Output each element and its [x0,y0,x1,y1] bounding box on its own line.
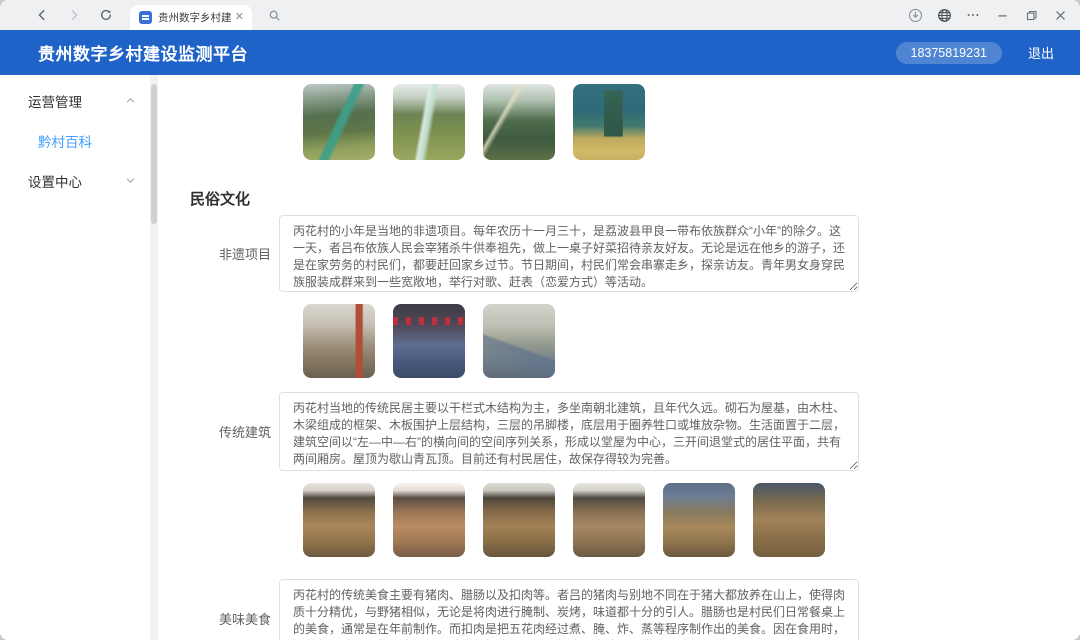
scenery-photo[interactable] [573,84,645,160]
tab-title: 贵州数字乡村建设监测平台 [158,10,231,25]
menu-ellipsis-icon[interactable] [965,7,981,23]
chevron-up-icon [125,94,136,109]
stilt-house-photo[interactable] [303,483,375,557]
content-scrollbar [150,75,158,640]
browser-tab[interactable]: 贵州数字乡村建设监测平台 ✕ [130,5,252,30]
user-phone-badge[interactable]: 18375819231 [896,42,1002,64]
field-food-textarea[interactable]: 丙花村的传统美食主要有猪肉、腊肠以及扣肉等。者吕的猪肉与别地不同在于猪大都放养在… [279,579,859,640]
tab-close-icon[interactable]: ✕ [235,12,244,23]
sidebar-group-settings-label: 设置中心 [28,171,125,191]
field-food-label: 美味美食 [158,609,279,628]
app-title: 贵州数字乡村建设监测平台 [38,40,248,65]
field-heritage-label: 非遗项目 [158,244,279,263]
sidebar-item-village-wiki-label: 黔村百科 [38,131,92,151]
sidebar-group-settings[interactable]: 设置中心 [0,163,150,199]
festival-photo-row [303,304,1080,378]
section-title-folk-culture: 民俗文化 [190,188,1080,209]
stilt-house-photo[interactable] [393,483,465,557]
festival-photo[interactable] [483,304,555,378]
scrollbar-thumb[interactable] [151,84,157,224]
scenery-photo-row [303,84,1080,160]
festival-photo[interactable] [303,304,375,378]
forward-icon[interactable] [66,7,82,23]
chevron-down-icon [125,174,136,189]
festival-photo[interactable] [393,304,465,378]
back-icon[interactable] [34,7,50,23]
browser-toolbar: 贵州数字乡村建设监测平台 ✕ [0,0,1080,30]
restore-icon[interactable] [1023,7,1039,23]
close-icon[interactable] [1052,7,1068,23]
globe-icon[interactable] [936,7,952,23]
sidebar-item-village-wiki[interactable]: 黔村百科 [0,123,150,159]
logout-button[interactable]: 退出 [1028,43,1054,62]
stilt-house-photo[interactable] [663,483,735,557]
app-header: 贵州数字乡村建设监测平台 18375819231 退出 [0,30,1080,75]
minimize-icon[interactable] [994,7,1010,23]
downloads-icon[interactable] [907,7,923,23]
stilt-house-photo[interactable] [573,483,645,557]
field-heritage: 非遗项目 丙花村的小年是当地的非遗项目。每年农历十一月三十，是荔波县甲良一带布依… [158,215,1080,292]
sidebar-group-operations[interactable]: 运营管理 [0,83,150,119]
search-icon[interactable] [266,7,282,23]
field-food: 美味美食 丙花村的传统美食主要有猪肉、腊肠以及扣肉等。者吕的猪肉与别地不同在于猪… [158,571,1080,640]
sidebar: 运营管理 黔村百科 设置中心 [0,75,150,640]
browser-window: 贵州数字乡村建设监测平台 ✕ [0,0,1080,640]
refresh-icon[interactable] [98,7,114,23]
scenery-photo[interactable] [393,84,465,160]
field-architecture: 传统建筑 丙花村当地的传统民居主要以干栏式木结构为主，多坐南朝北建筑，且年代久远… [158,392,1080,471]
scenery-photo[interactable] [303,84,375,160]
field-architecture-label: 传统建筑 [158,422,279,441]
scenery-photo[interactable] [483,84,555,160]
main-content: 民俗文化 非遗项目 丙花村的小年是当地的非遗项目。每年农历十一月三十，是荔波县甲… [158,75,1080,640]
field-heritage-textarea[interactable]: 丙花村的小年是当地的非遗项目。每年农历十一月三十，是荔波县甲良一带布依族群众“小… [279,215,859,292]
tab-favicon-icon [139,11,152,24]
sidebar-group-operations-label: 运营管理 [28,91,125,111]
stilt-house-photo[interactable] [483,483,555,557]
stilt-house-photo[interactable] [753,483,825,557]
field-architecture-textarea[interactable]: 丙花村当地的传统民居主要以干栏式木结构为主，多坐南朝北建筑，且年代久远。砌石为屋… [279,392,859,471]
architecture-photo-row [303,483,1080,557]
